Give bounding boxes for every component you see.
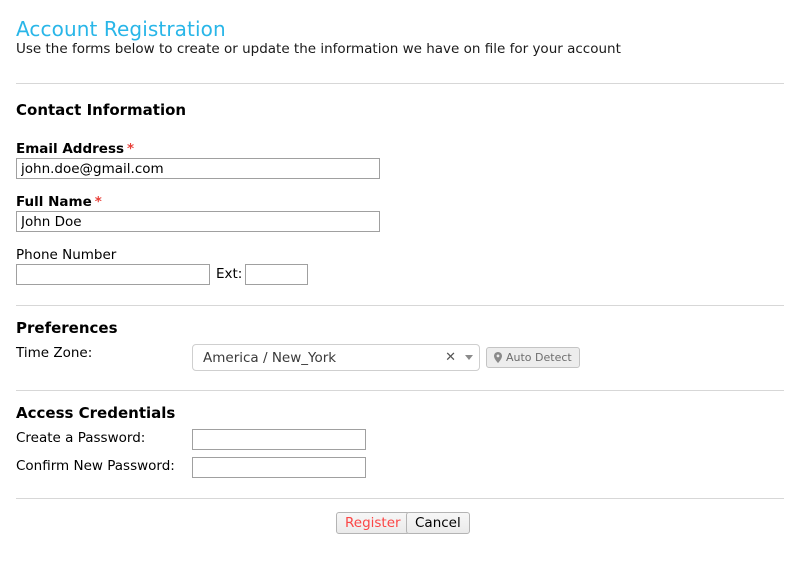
label-full-name-text: Full Name — [16, 194, 92, 210]
divider-footer — [16, 498, 784, 499]
section-heading-access-credentials: Access Credentials — [16, 404, 176, 422]
email-input[interactable] — [16, 158, 380, 179]
chevron-down-icon[interactable] — [459, 355, 479, 360]
auto-detect-button[interactable]: Auto Detect — [486, 347, 580, 368]
label-email-address: Email Address * — [16, 141, 134, 157]
register-button[interactable]: Register — [336, 512, 410, 534]
cancel-button[interactable]: Cancel — [406, 512, 470, 534]
divider-access-credentials — [16, 390, 784, 391]
label-full-name: Full Name * — [16, 194, 102, 210]
full-name-input[interactable] — [16, 211, 380, 232]
page-title: Account Registration — [16, 17, 226, 42]
timezone-select[interactable]: America / New_York ✕ — [192, 344, 480, 371]
required-asterisk-email: * — [127, 141, 135, 157]
label-create-password: Create a Password: — [16, 430, 146, 446]
create-password-input[interactable] — [192, 429, 366, 450]
section-heading-preferences: Preferences — [16, 319, 118, 337]
map-marker-icon — [494, 352, 502, 363]
auto-detect-label: Auto Detect — [506, 351, 572, 364]
confirm-password-input[interactable] — [192, 457, 366, 478]
divider-preferences — [16, 305, 784, 306]
required-asterisk-full-name: * — [94, 194, 102, 210]
phone-number-input[interactable] — [16, 264, 210, 285]
label-time-zone: Time Zone: — [16, 345, 93, 361]
label-phone-number: Phone Number — [16, 247, 117, 263]
clear-icon[interactable]: ✕ — [442, 351, 459, 364]
label-email-address-text: Email Address — [16, 141, 125, 157]
page-subtitle: Use the forms below to create or update … — [16, 41, 621, 57]
timezone-selected-value: America / New_York — [203, 349, 337, 366]
extension-input[interactable] — [245, 264, 308, 285]
section-heading-contact-information: Contact Information — [16, 101, 187, 119]
label-confirm-new-password: Confirm New Password: — [16, 458, 175, 474]
divider-top — [16, 83, 784, 84]
account-registration-page: Account Registration Use the forms below… — [0, 0, 800, 565]
label-extension: Ext: — [216, 266, 243, 282]
